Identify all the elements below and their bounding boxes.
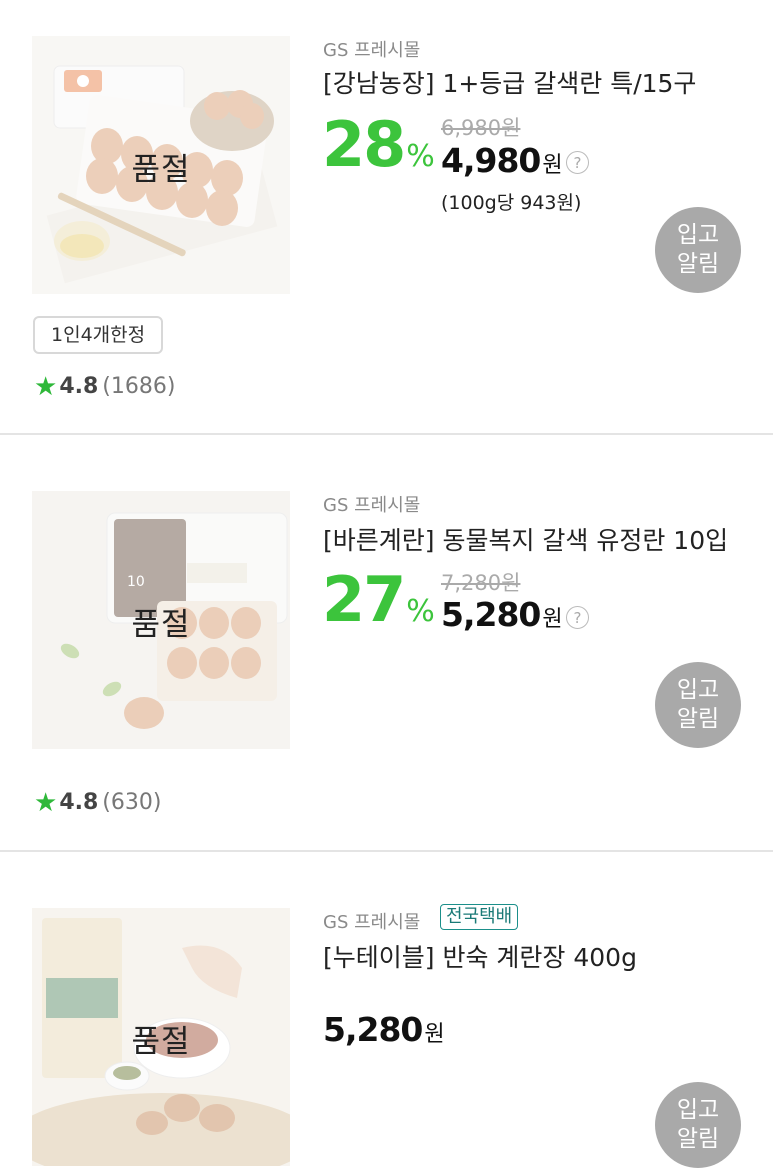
sale-price: 5,280원	[441, 595, 563, 634]
sale-price: 4,980원	[441, 141, 563, 180]
unit-price: (100g당 943원)	[441, 192, 582, 214]
notify-label-2: 알림	[676, 706, 720, 732]
seller-name: GS 프레시몰	[323, 495, 421, 516]
rating-score: 4.8	[59, 790, 99, 815]
seller-name: GS 프레시몰	[323, 912, 421, 933]
sold-out-label: 품절	[131, 1024, 191, 1060]
sold-out-label: 품절	[131, 152, 191, 188]
discount-value: 27	[322, 563, 406, 636]
nationwide-delivery-badge: 전국택배	[440, 904, 519, 930]
star-icon: ★	[34, 372, 58, 402]
restock-notify-button[interactable]: 입고 알림	[655, 1082, 741, 1168]
product-card[interactable]: 10 품절 GS 프레시몰 [바른계란] 동물복지 갈색 유정란 10입 27%…	[0, 435, 773, 850]
product-name[interactable]: [누테이블] 반숙 계란장 400g	[323, 938, 637, 974]
discount-value: 28	[322, 108, 406, 181]
product-name[interactable]: [바른계란] 동물복지 갈색 유정란 10입	[323, 521, 728, 557]
restock-notify-button[interactable]: 입고 알림	[655, 662, 741, 748]
notify-label-1: 입고	[676, 222, 720, 248]
notify-label-2: 알림	[676, 251, 720, 277]
sale-price: 5,280원	[323, 1010, 445, 1049]
rating: ★4.8 (630)	[34, 788, 161, 818]
product-image[interactable]: 품절	[32, 36, 290, 294]
product-image[interactable]: 품절	[32, 908, 290, 1166]
price-unit: 원	[424, 1022, 445, 1047]
discount-rate: 28%	[322, 108, 435, 181]
price-unit: 원	[542, 607, 563, 632]
product-image[interactable]: 10 품절	[32, 491, 290, 749]
original-price: 6,980원	[441, 116, 521, 140]
product-card[interactable]: 품절 GS 프레시몰 [강남농장] 1+등급 갈색란 특/15구 28% 6,9…	[0, 0, 773, 434]
price-unit: 원	[542, 153, 563, 178]
help-icon[interactable]: ?	[566, 606, 589, 629]
sold-out-label: 품절	[131, 607, 191, 643]
price-amount: 5,280	[441, 595, 541, 634]
product-card[interactable]: 품절 GS 프레시몰 전국택배 [누테이블] 반숙 계란장 400g 5,280…	[0, 852, 773, 1168]
notify-label-2: 알림	[676, 1126, 720, 1152]
price-amount: 4,980	[441, 141, 541, 180]
price-amount: 5,280	[323, 1010, 423, 1049]
restock-notify-button[interactable]: 입고 알림	[655, 207, 741, 293]
seller-name: GS 프레시몰	[323, 40, 421, 61]
original-price: 7,280원	[441, 571, 521, 595]
product-name[interactable]: [강남농장] 1+등급 갈색란 특/15구	[323, 64, 696, 100]
help-icon[interactable]: ?	[566, 151, 589, 174]
discount-rate: 27%	[322, 563, 435, 636]
rating: ★4.8 (1686)	[34, 372, 175, 402]
notify-label-1: 입고	[676, 677, 720, 703]
purchase-limit-tag: 1인4개한정	[33, 316, 164, 354]
rating-score: 4.8	[59, 374, 99, 399]
discount-unit: %	[406, 139, 435, 174]
discount-unit: %	[406, 594, 435, 629]
review-count: (630)	[102, 790, 162, 815]
notify-label-1: 입고	[676, 1097, 720, 1123]
star-icon: ★	[34, 788, 58, 818]
review-count: (1686)	[102, 374, 176, 399]
